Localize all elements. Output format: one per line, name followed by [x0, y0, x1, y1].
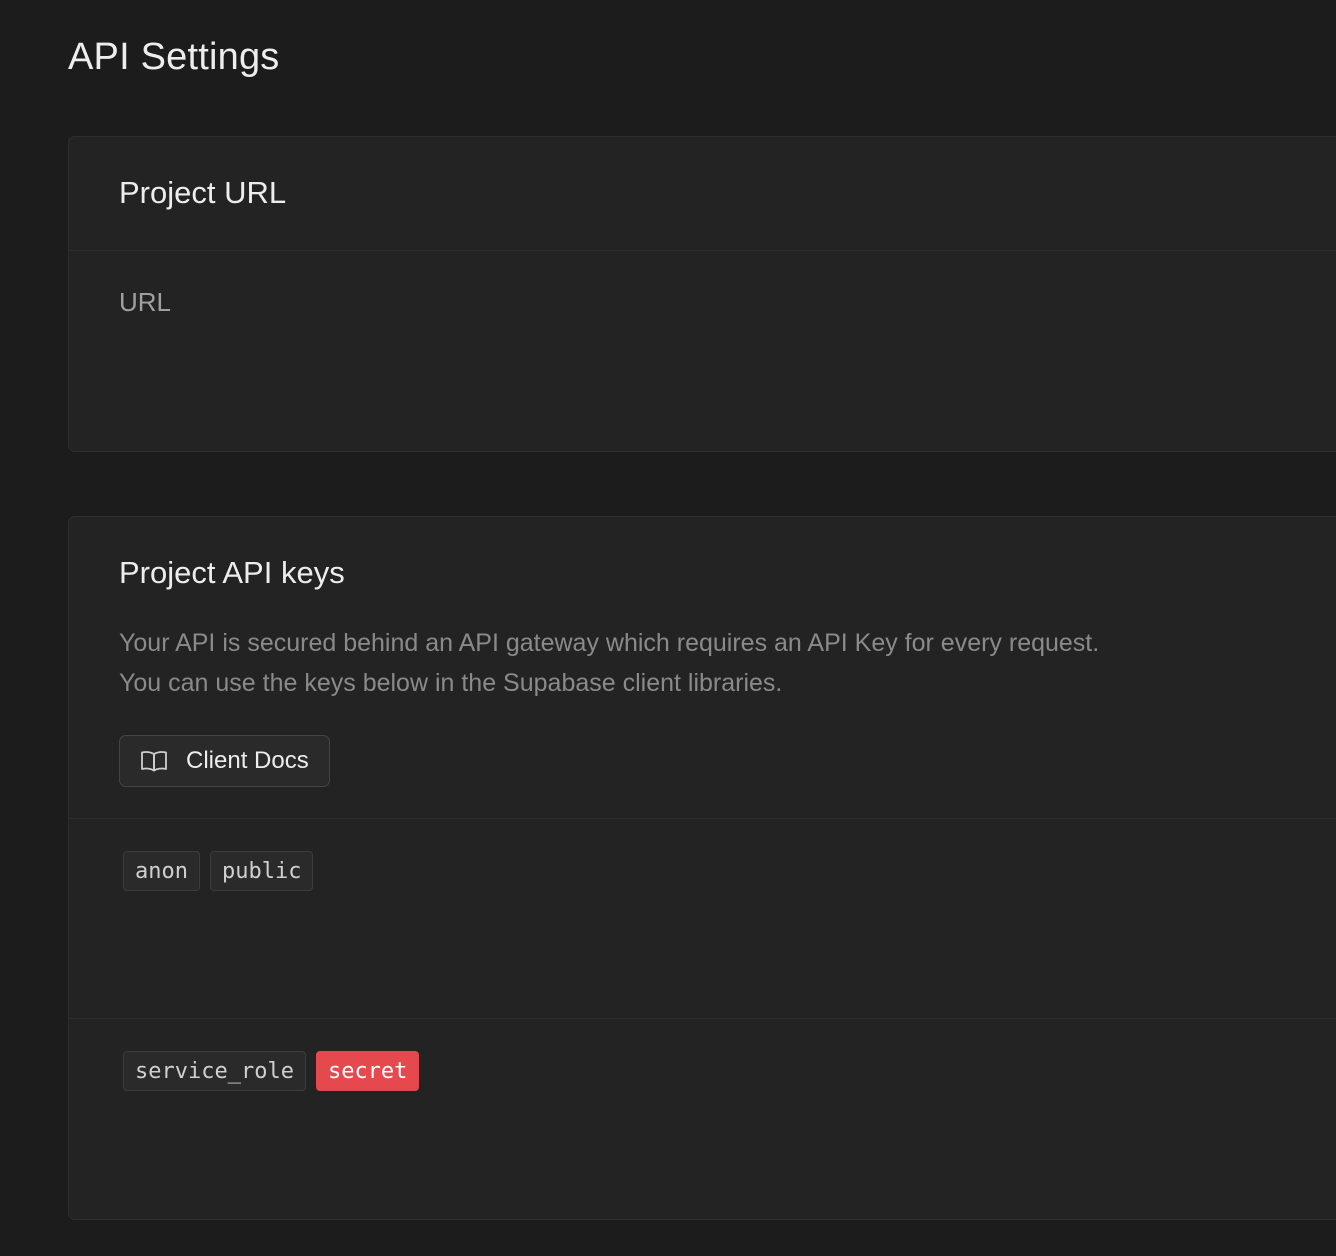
- anon-key-row: anon public: [69, 819, 1336, 1019]
- key-badge-public: public: [209, 851, 314, 891]
- api-keys-description-line-2: You can use the keys below in the Supaba…: [119, 669, 783, 697]
- book-open-icon: [140, 749, 168, 773]
- key-name-tag: anon: [123, 851, 200, 891]
- api-keys-title: Project API keys: [119, 555, 345, 590]
- service-role-key-tags: service_role secret: [123, 1051, 420, 1091]
- anon-key-tags: anon public: [123, 851, 314, 891]
- api-keys-description: Your API is secured behind an API gatewa…: [119, 623, 1099, 703]
- project-api-keys-panel: Project API keys Your API is secured beh…: [68, 516, 1336, 1220]
- client-docs-label: Client Docs: [186, 747, 309, 774]
- client-docs-button[interactable]: Client Docs: [119, 735, 330, 787]
- project-url-header: Project URL: [69, 137, 1336, 251]
- key-name-tag: service_role: [123, 1051, 306, 1091]
- api-settings-page: API Settings Project URL URL Project API…: [0, 0, 1336, 1256]
- project-url-title: Project URL: [119, 175, 287, 210]
- url-label: URL: [119, 287, 172, 317]
- project-url-panel: Project URL URL: [68, 136, 1336, 452]
- key-badge-secret: secret: [315, 1051, 420, 1091]
- page-title: API Settings: [68, 36, 280, 78]
- api-keys-description-line-1: Your API is secured behind an API gatewa…: [119, 629, 1100, 657]
- service-role-key-row: service_role secret: [69, 1019, 1336, 1219]
- api-keys-header: Project API keys Your API is secured beh…: [69, 517, 1336, 819]
